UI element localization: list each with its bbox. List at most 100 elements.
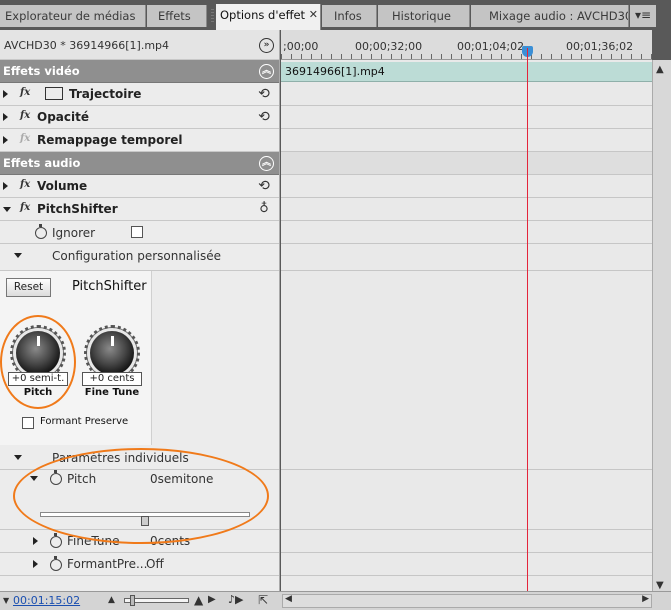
finetune-knob[interactable] [84,325,140,381]
zoom-in-icon[interactable]: ▲ [194,593,203,607]
param-row-pitch: Pitch 0semitone [0,470,279,530]
scroll-up-icon[interactable]: ▲ [656,64,664,75]
track-row [281,445,652,470]
expand-triangle-icon[interactable] [33,560,38,568]
expand-triangle-icon[interactable] [3,182,8,190]
scroll-right-icon[interactable]: ▶ [642,594,649,604]
track-row [281,530,652,553]
panel-menu-icon[interactable]: ▾≡ [630,5,656,27]
pitch-knob-label: Pitch [23,387,53,398]
collapse-triangle-icon[interactable] [14,253,22,258]
close-icon[interactable]: ✕ [309,4,318,26]
expand-triangle-icon[interactable] [3,90,8,98]
pitch-knob[interactable] [10,325,66,381]
track-row [281,152,652,175]
effect-row-pitchshifter[interactable]: fx PitchShifter ♁ [0,198,279,221]
tab-media-browser[interactable]: Explorateur de médias [0,5,146,27]
fx-badge[interactable]: fx [20,87,30,98]
effect-controls-list: AVCHD30 * 36914966[1].mp4 » Effets vidéo… [0,30,280,610]
fx-badge: fx [20,133,31,144]
fx-badge[interactable]: fx [20,202,30,213]
collapse-triangle-icon[interactable] [14,455,22,460]
panel-tab-bar: Explorateur de médias Effets Options d'e… [0,0,671,30]
loop-audio-icon[interactable]: ♪▶ [228,593,243,606]
scroll-down-icon[interactable]: ▼ [656,580,664,591]
collapse-icon[interactable]: ︽ [259,64,274,79]
effect-name: PitchShifter [37,202,118,216]
horizontal-scrollbar[interactable]: ◀ ▶ [282,594,652,608]
pitch-value-field[interactable]: +0 semi-t. [8,372,68,386]
formant-preserve-checkbox[interactable] [22,417,34,429]
stopwatch-icon[interactable] [50,533,62,548]
param-label: Ignorer [52,226,96,240]
playhead-line [527,48,528,595]
expand-triangle-icon[interactable] [33,537,38,545]
tab-history[interactable]: Historique [378,5,470,27]
tab-label: Explorateur de médias [5,9,136,23]
plugin-title: PitchShifter [72,279,147,294]
reset-icon[interactable]: ⟲ [256,178,272,194]
tab-effect-controls[interactable]: Options d'effet ✕ [216,4,321,30]
export-icon[interactable]: ⇱ [258,593,268,607]
timeline-ruler[interactable]: ;00;00 00;00;32;00 00;01;04;02 00;01;36;… [281,30,652,60]
collapse-triangle-icon[interactable] [30,476,38,481]
stopwatch-icon[interactable] [35,224,47,239]
track-row [281,244,652,271]
reset-icon[interactable]: ⟲ [256,109,272,125]
expand-triangle-icon[interactable] [3,113,8,121]
section-title: Effets vidéo [3,64,80,78]
fx-badge[interactable]: fx [20,110,30,121]
custom-setup-row[interactable]: Configuration personnalisée [0,244,279,271]
expand-triangle-icon[interactable] [3,136,8,144]
fx-badge[interactable]: fx [20,179,30,190]
ruler-tick: 00;01;04;02 [457,40,525,53]
drag-grip-icon[interactable] [211,9,214,23]
reset-button[interactable]: Reset [6,278,51,297]
param-value[interactable]: Off [146,557,164,571]
reset-icon[interactable]: ⟲ [256,86,272,102]
param-label: FormantPre... [67,557,148,571]
effect-row-trajectoire[interactable]: fx Trajectoire ⟲ [0,83,279,106]
param-row-finetune: FineTune 0cents [0,530,279,553]
section-video-effects[interactable]: Effets vidéo ︽ [0,60,279,83]
tab-audio-mixer[interactable]: Mixage audio : AVCHD30 [471,5,629,27]
track-row [281,175,652,198]
param-value[interactable]: 0cents [150,534,190,548]
tab-info[interactable]: Infos [322,5,377,27]
collapse-triangle-icon[interactable] [3,207,11,212]
tab-effects[interactable]: Effets [147,5,207,27]
current-timecode[interactable]: 00:01:15:02 [13,594,80,607]
play-icon[interactable]: ▶ [208,594,216,605]
transform-icon[interactable] [45,87,63,100]
stopwatch-icon[interactable] [50,556,62,571]
pitch-slider-thumb[interactable] [141,516,149,526]
track-row [281,106,652,129]
effect-row-opacite[interactable]: fx Opacité ⟲ [0,106,279,129]
individual-params-row[interactable]: Paramètres individuels [0,445,279,470]
section-audio-effects[interactable]: Effets audio ︽ [0,152,279,175]
param-label: Pitch [67,472,97,486]
zoom-out-icon[interactable]: ▲ [108,595,115,605]
stopwatch-icon[interactable] [50,470,62,485]
section-title: Effets audio [3,156,81,170]
collapse-icon[interactable]: ︽ [259,156,274,171]
settings-hand-icon[interactable]: ♁ [256,201,272,217]
pitch-slider-track[interactable] [40,512,250,526]
effect-name: Volume [37,179,88,193]
param-row-ignorer: Ignorer [0,221,279,244]
effect-row-remappage[interactable]: fx Remappage temporel [0,129,279,152]
ruler-tick: 00;00;32;00 [355,40,423,53]
track-row [281,553,652,576]
scroll-left-icon[interactable]: ◀ [285,594,292,604]
effect-name: Trajectoire [69,87,142,101]
vertical-scrollbar[interactable]: ▲ ▼ [652,60,671,595]
tab-label: Effets [158,9,191,23]
zoom-slider-thumb[interactable] [130,595,135,606]
param-value[interactable]: 0semitone [150,472,213,486]
timeline-clip[interactable]: 36914966[1].mp4 [281,62,652,82]
show-timeline-icon[interactable]: » [259,38,274,53]
effect-row-volume[interactable]: fx Volume ⟲ [0,175,279,198]
finetune-value-field[interactable]: +0 cents [82,372,142,386]
tab-label: Historique [392,9,451,23]
ignorer-checkbox[interactable] [131,226,143,238]
